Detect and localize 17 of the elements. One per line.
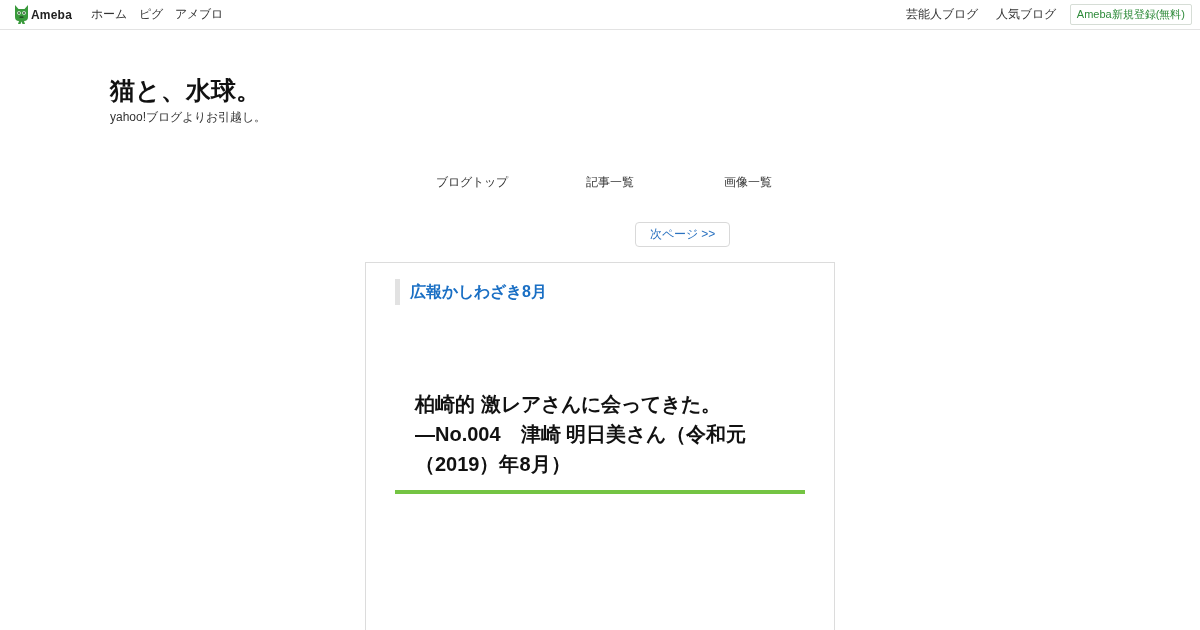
nav-link[interactable]: ホーム (85, 6, 133, 23)
logo-text: Ameba (31, 7, 72, 22)
nav-link[interactable]: 人気ブログ (986, 6, 1065, 23)
next-page-button[interactable]: 次ページ >> (635, 222, 730, 247)
nav-link[interactable]: アメブロ (169, 6, 229, 23)
blog-description: yahoo!ブログよりお引越し。 (110, 109, 267, 126)
blog-nav-link[interactable]: 画像一覧 (679, 173, 817, 191)
article-heading: 柏崎的 激レアさんに会ってきた。 —No.004 津崎 明日美さん（令和元（2019）年8月） (415, 392, 748, 477)
category-link[interactable]: 広報かしわざき8月 (395, 279, 557, 305)
nav-link[interactable]: 芸能人ブログ (896, 6, 987, 23)
mascot-icon (14, 5, 29, 24)
nav-link[interactable]: ピグ (133, 6, 169, 23)
blog-nav-link[interactable]: ブログトップ (403, 173, 541, 191)
blog-title: 猫と、水球。 (110, 75, 261, 106)
blog-nav-link[interactable]: 記事一覧 (541, 173, 679, 191)
signup-button[interactable]: Ameba新規登録(無料) (1069, 4, 1192, 25)
logo-link[interactable]: Ameba (14, 5, 72, 24)
